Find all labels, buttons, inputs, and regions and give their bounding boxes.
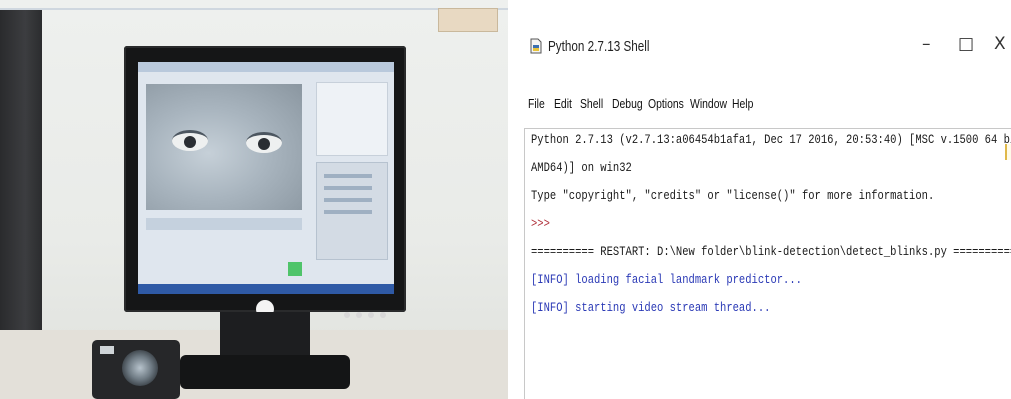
monitor-stand <box>220 312 310 360</box>
lab-setup-photo <box>0 0 508 399</box>
start-button <box>288 262 302 276</box>
camera <box>92 340 180 399</box>
info-line: [INFO] loading facial landmark predictor… <box>531 273 802 287</box>
wall-edge <box>0 8 508 10</box>
close-button[interactable]: X <box>994 34 1006 54</box>
eye-video-frame <box>146 84 302 210</box>
menu-shell[interactable]: Shell <box>580 96 603 111</box>
video-toolbar <box>146 218 302 230</box>
side-panel <box>316 82 388 156</box>
menu-options[interactable]: Options <box>648 96 684 111</box>
info-line: [INFO] starting video stream thread... <box>531 301 771 315</box>
shell-prompt: >>> <box>531 217 550 231</box>
window-title: Python 2.7.13 Shell <box>548 38 650 55</box>
menu-window[interactable]: Window <box>690 96 727 111</box>
titlebar: Python 2.7.13 Shell – □ X <box>518 0 1011 92</box>
menu-help[interactable]: Help <box>732 96 753 111</box>
menu-file[interactable]: File <box>528 96 545 111</box>
taskbar <box>138 284 394 294</box>
console-line: Python 2.7.13 (v2.7.13:a06454b1afa1, Dec… <box>531 133 1011 147</box>
python-file-icon <box>530 38 542 54</box>
text-cursor <box>1005 144 1011 160</box>
shell-output[interactable]: Python 2.7.13 (v2.7.13:a06454b1afa1, Dec… <box>524 128 1011 399</box>
maximize-button[interactable]: □ <box>958 34 974 54</box>
monitor-screen <box>138 62 394 294</box>
menu-debug[interactable]: Debug <box>612 96 643 111</box>
monitor-base <box>180 355 350 389</box>
console-line: AMD64)] on win32 <box>531 161 632 175</box>
restart-line: ========== RESTART: D:\New folder\blink-… <box>531 245 1011 259</box>
right-eye <box>246 132 282 153</box>
python-shell-window: Python 2.7.13 Shell – □ X File Edit Shel… <box>518 0 1011 399</box>
menu-bar: File Edit Shell Debug Options Window Hel… <box>518 96 1011 120</box>
camera-lens <box>122 350 158 386</box>
console-line: Type "copyright", "credits" or "license(… <box>531 189 935 203</box>
app-titlebar <box>138 62 394 72</box>
menu-edit[interactable]: Edit <box>554 96 572 111</box>
left-eye <box>172 130 208 151</box>
wall-plate <box>438 8 498 32</box>
minimize-button[interactable]: – <box>922 34 931 54</box>
